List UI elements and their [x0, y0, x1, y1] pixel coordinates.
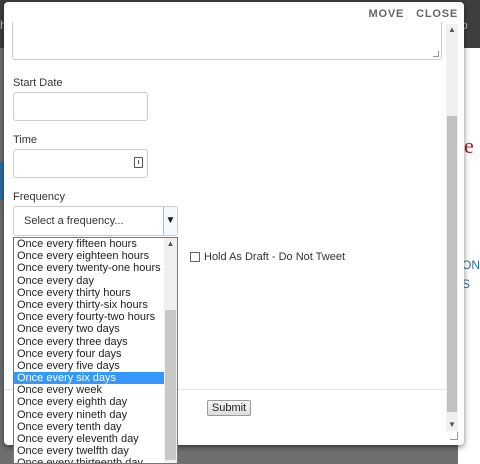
frequency-select[interactable]: Select a frequency... ▼	[13, 206, 178, 236]
dropdown-option[interactable]: Once every three days	[14, 336, 164, 348]
dropdown-option[interactable]: Once every fourty-two hours	[14, 311, 164, 323]
dropdown-option[interactable]: Once every six days	[14, 372, 164, 385]
dropdown-option[interactable]: Once every eighth day	[14, 396, 164, 408]
dropdown-option[interactable]: Once every thirty-six hours	[14, 299, 164, 311]
submit-button[interactable]: Submit	[207, 400, 251, 416]
dropdown-option[interactable]: Once every eleventh day	[14, 433, 164, 445]
frequency-selected-value: Select a frequency...	[24, 215, 124, 227]
dropdown-option[interactable]: Once every day	[14, 275, 164, 287]
dropdown-option[interactable]: Once every four days	[14, 348, 164, 360]
close-button[interactable]: CLOSE	[416, 8, 458, 20]
hold-draft-checkbox[interactable]	[190, 252, 200, 262]
start-date-input[interactable]	[13, 92, 148, 121]
dropdown-option[interactable]: Once every twenty-one hours	[14, 262, 164, 274]
chevron-down-icon[interactable]: ▼	[163, 207, 177, 235]
dialog-scrollbar[interactable]: ▲ ▼	[446, 24, 458, 431]
background-red-text: e	[464, 133, 474, 158]
frequency-label: Frequency	[13, 191, 65, 203]
scroll-up-icon[interactable]: ▲	[446, 24, 458, 36]
dropdown-option[interactable]: Once every tenth day	[14, 421, 164, 433]
dialog-scroll-thumb[interactable]	[447, 116, 457, 412]
message-textarea[interactable]	[12, 22, 442, 60]
dropdown-scrollbar[interactable]: ▲	[164, 238, 177, 463]
dialog-resize-icon[interactable]	[450, 432, 458, 440]
background-blue-text: ON	[462, 258, 480, 272]
dropdown-option[interactable]: Once every five days	[14, 360, 164, 372]
resize-grip-icon[interactable]	[433, 51, 439, 57]
dropdown-option[interactable]: Once every eighteen hours	[14, 250, 164, 262]
dropdown-option[interactable]: Once every two days	[14, 323, 164, 335]
dropdown-option[interactable]: Once every thirteenth day	[14, 457, 164, 463]
clock-icon[interactable]	[134, 157, 143, 168]
hold-draft-row: Hold As Draft - Do Not Tweet	[190, 251, 345, 263]
time-label: Time	[13, 134, 38, 146]
dropdown-option[interactable]: Once every twelfth day	[14, 445, 164, 457]
start-date-label: Start Date	[13, 77, 63, 89]
dropdown-option[interactable]: Once every week	[14, 384, 164, 396]
dropdown-options: Once every fifteen hours Once every eight…	[14, 238, 164, 463]
scroll-down-icon[interactable]: ▼	[446, 419, 458, 431]
scroll-up-icon[interactable]: ▲	[164, 238, 177, 250]
dropdown-option[interactable]: Once every fifteen hours	[14, 238, 164, 250]
move-button[interactable]: MOVE	[369, 8, 405, 20]
dropdown-option[interactable]: Once every nineth day	[14, 409, 164, 421]
dropdown-option[interactable]: Once every thirty hours	[14, 287, 164, 299]
frequency-dropdown-list: Once every fifteen hours Once every eight…	[13, 237, 178, 464]
dialog-controls: MOVE CLOSE	[369, 8, 459, 20]
hold-draft-label: Hold As Draft - Do Not Tweet	[204, 251, 346, 263]
time-input[interactable]	[13, 149, 148, 178]
dropdown-scroll-thumb[interactable]	[165, 310, 176, 460]
